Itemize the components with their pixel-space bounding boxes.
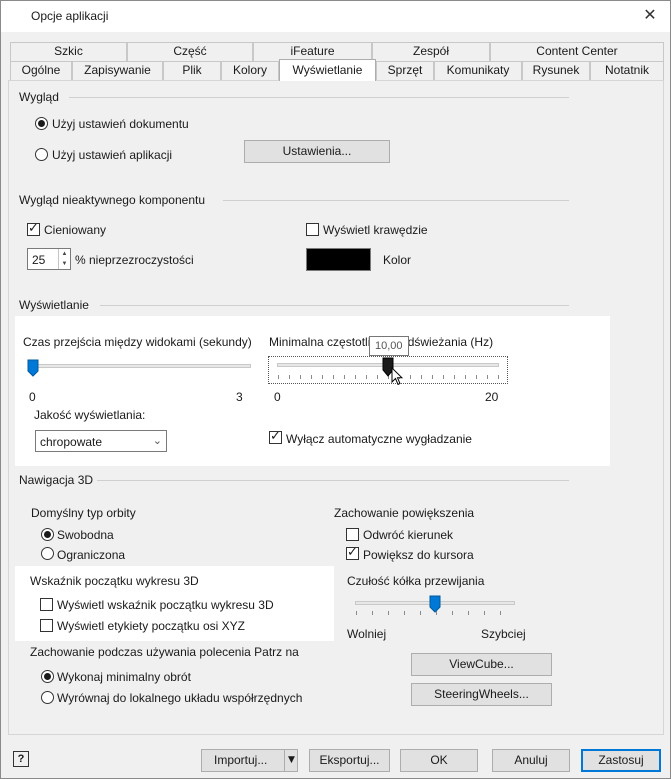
tab-wyswietlanie[interactable]: Wyświetlanie (279, 59, 376, 81)
show-edges-label: Wyświetl krawędzie (323, 223, 428, 237)
show-edges-checkbox[interactable] (306, 223, 319, 236)
frame-rate-min-label: 0 (274, 390, 281, 404)
color-label: Kolor (383, 253, 412, 267)
zoom-reverse-checkbox[interactable] (346, 528, 359, 541)
tab-kolory[interactable]: Kolory (221, 61, 279, 80)
inactive-divider (223, 200, 569, 201)
show-origin-indicator-checkbox[interactable] (40, 598, 53, 611)
appearance-legend: Wygląd (19, 90, 59, 104)
tab-zapisywanie[interactable]: Zapisywanie (72, 61, 163, 80)
transition-time-track (31, 364, 251, 368)
tab-sprzet[interactable]: Sprzęt (376, 61, 434, 80)
steeringwheels-button[interactable]: SteeringWheels... (411, 683, 552, 706)
origin-indicator-label: Wskaźnik początku wykresu 3D (30, 574, 199, 588)
look-min-rotation-label: Wykonaj minimalny obrót (57, 670, 191, 684)
orbit-constrained-radio[interactable] (41, 547, 54, 560)
window-title: Opcje aplikacji (31, 9, 109, 23)
export-button[interactable]: Eksportuj... (309, 749, 390, 772)
import-dropdown-icon[interactable]: ▼ (284, 750, 298, 771)
frame-rate-tooltip: 10,00 (369, 336, 409, 356)
wheel-faster-label: Szybciej (481, 627, 526, 641)
tab-plik[interactable]: Plik (163, 61, 221, 80)
tab-notatnik[interactable]: Notatnik (590, 61, 664, 80)
zoom-to-cursor-label: Powiększ do kursora (363, 548, 474, 562)
zoom-to-cursor-checkbox[interactable] (346, 545, 359, 560)
show-origin-labels-label: Wyświetl etykiety początku osi XYZ (57, 619, 245, 633)
tab-rysunek[interactable]: Rysunek (522, 61, 590, 80)
nav3d-legend: Nawigacja 3D (19, 473, 94, 487)
wheel-sensitivity-label: Czułość kółka przewijania (347, 574, 485, 588)
wheel-sensitivity-slider-thumb[interactable] (429, 595, 441, 613)
import-button-label: Importuj... (214, 753, 268, 767)
tab-ogolne[interactable]: Ogólne (10, 61, 72, 80)
nav3d-divider (97, 480, 569, 481)
ok-button[interactable]: OK (400, 749, 478, 772)
look-align-ucs-radio[interactable] (41, 691, 54, 704)
orbit-free-radio[interactable] (41, 528, 54, 541)
inactive-legend: Wygląd nieaktywnego komponentu (19, 193, 206, 207)
orbit-type-label: Domyślny typ orbity (31, 506, 136, 520)
transition-max-label: 3 (236, 390, 243, 404)
display-quality-value: chropowate (40, 435, 103, 449)
shaded-checkbox[interactable] (27, 221, 40, 236)
close-icon[interactable]: ✕ (635, 4, 665, 28)
disable-smoothing-checkbox[interactable] (269, 429, 282, 444)
tab-szkic[interactable]: Szkic (10, 42, 127, 61)
zoom-behavior-label: Zachowanie powiększenia (334, 506, 475, 520)
show-origin-labels-checkbox[interactable] (40, 619, 53, 632)
look-min-rotation-radio[interactable] (41, 670, 54, 683)
disable-smoothing-label: Wyłącz automatyczne wygładzanie (286, 432, 472, 446)
use-app-settings-radio[interactable] (35, 148, 48, 161)
use-document-settings-label: Użyj ustawień dokumentu (52, 117, 189, 131)
display-quality-label: Jakość wyświetlania: (34, 408, 146, 422)
inactive-color-swatch[interactable] (306, 248, 371, 271)
use-app-settings-label: Użyj ustawień aplikacji (52, 148, 173, 162)
transition-time-slider-thumb[interactable] (27, 359, 39, 377)
chevron-down-icon: ⌄ (152, 434, 162, 447)
orbit-free-label: Swobodna (57, 528, 114, 542)
tab-czesc[interactable]: Część (127, 42, 253, 61)
appearance-divider (69, 97, 569, 98)
shaded-label: Cieniowany (44, 223, 107, 237)
tab-row-bottom: Ogólne Zapisywanie Plik Kolory Wyświetla… (10, 59, 664, 81)
opacity-stepper[interactable]: 25 ▲ ▼ (27, 248, 71, 270)
title-bar: Opcje aplikacji ✕ (1, 1, 670, 32)
opacity-label: % nieprzezroczystości (75, 253, 194, 267)
show-origin-indicator-label: Wyświetl wskaźnik początku wykresu 3D (57, 598, 274, 612)
cancel-button[interactable]: Anuluj (492, 749, 570, 772)
use-document-settings-radio[interactable] (35, 117, 48, 130)
mouse-pointer-icon (391, 367, 403, 386)
apply-button[interactable]: Zastosuj (581, 749, 661, 772)
look-align-ucs-label: Wyrównaj do lokalnego układu współrzędny… (57, 691, 303, 705)
frame-rate-max-label: 20 (485, 390, 499, 404)
import-button[interactable]: Importuj... ▼ (201, 749, 298, 772)
display-divider (100, 305, 569, 306)
zoom-reverse-label: Odwróć kierunek (363, 528, 454, 542)
settings-button[interactable]: Ustawienia... (244, 140, 390, 163)
look-at-label: Zachowanie podczas używania polecenia Pa… (30, 645, 299, 659)
display-quality-select[interactable]: chropowate ⌄ (35, 430, 167, 452)
options-dialog: Opcje aplikacji ✕ Szkic Część iFeature Z… (0, 0, 671, 779)
orbit-constrained-label: Ograniczona (57, 548, 126, 562)
transition-min-label: 0 (29, 390, 36, 404)
viewcube-button[interactable]: ViewCube... (411, 653, 552, 676)
tab-zespol[interactable]: Zespół (372, 42, 490, 61)
help-icon[interactable]: ? (13, 751, 29, 767)
stepper-arrows-icon[interactable]: ▲ ▼ (58, 249, 70, 269)
display-legend: Wyświetlanie (19, 298, 89, 312)
opacity-value: 25 (32, 253, 46, 267)
tab-content-center[interactable]: Content Center (490, 42, 664, 61)
transition-time-label: Czas przejścia między widokami (sekundy) (23, 335, 252, 349)
tab-komunikaty[interactable]: Komunikaty (434, 61, 522, 80)
wheel-slower-label: Wolniej (347, 627, 387, 641)
